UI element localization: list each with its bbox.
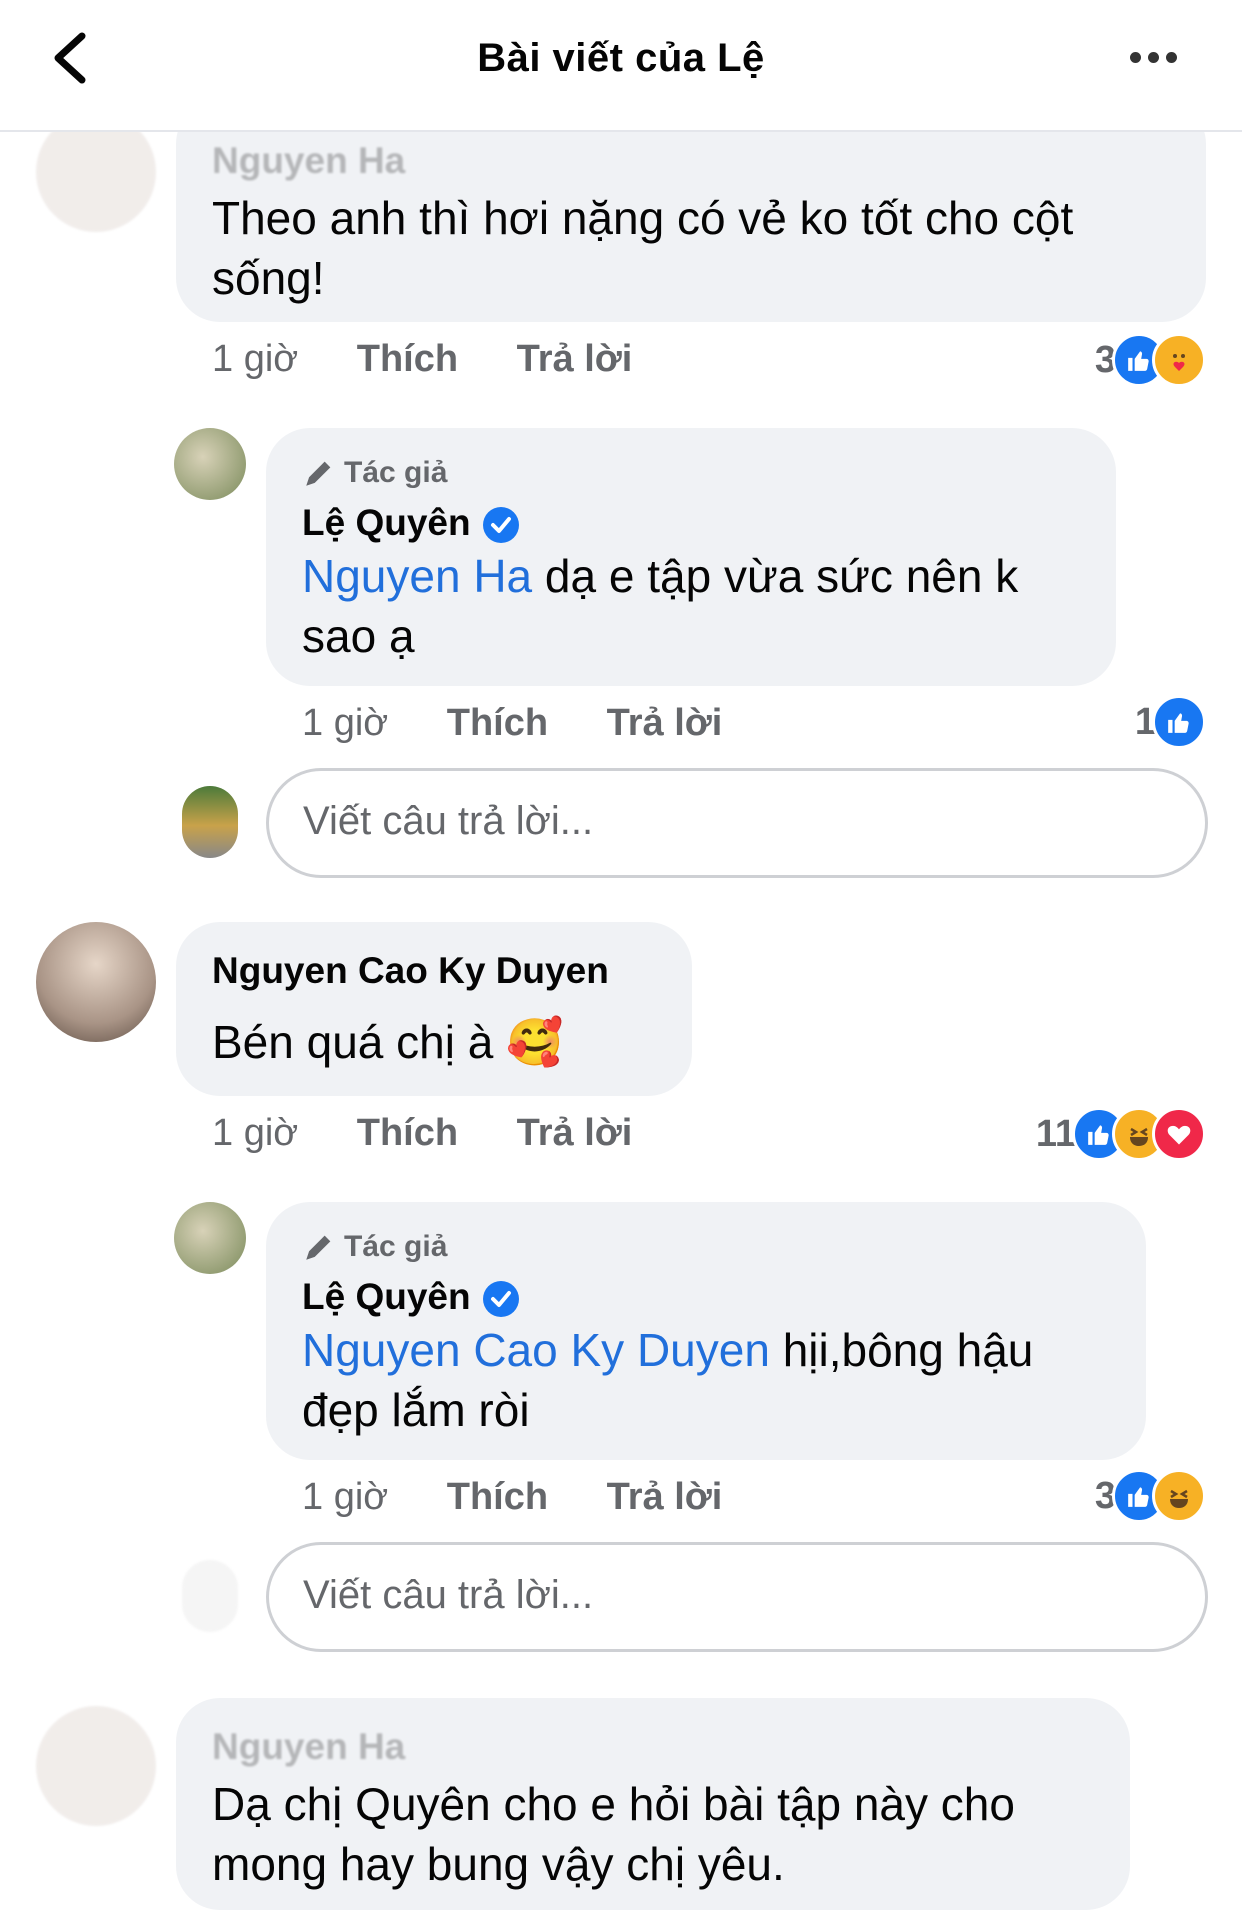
verified-badge-icon: [482, 507, 519, 544]
comment-text: Nguyen Cao Ky Duyen hịi,bông hậu đẹp lắm…: [302, 1320, 1122, 1440]
avatar: [182, 786, 238, 858]
reaction-summary[interactable]: 11: [1035, 1107, 1206, 1161]
pencil-icon: [306, 1235, 331, 1260]
reaction-summary[interactable]: 1: [1135, 695, 1206, 749]
comment-bubble: Tác giả Lệ Quyên Nguyen Cao Ky Duyen hịi…: [266, 1202, 1146, 1460]
comment-text: Nguyen Ha dạ e tập vừa sức nên k sao ạ: [302, 546, 1092, 666]
comment-time: 1 giờ: [302, 702, 389, 744]
verified-badge-icon: [482, 1281, 519, 1318]
love-icon: [1152, 1107, 1206, 1161]
reply-button[interactable]: Trả lời: [517, 338, 633, 380]
author-badge: Tác giả: [302, 456, 447, 490]
haha-icon: [1152, 1469, 1206, 1523]
author-tag: Tác giả: [344, 456, 448, 489]
reply-input-placeholder: Viết câu trả lời...: [303, 799, 594, 843]
care-icon: [1152, 333, 1206, 387]
comment-time: 1 giờ: [302, 1476, 389, 1518]
comment-actions: 1 giờ Thích Trả lời: [302, 1476, 722, 1519]
reply-button[interactable]: Trả lời: [517, 1112, 633, 1154]
commenter-name[interactable]: Lệ Quyên: [302, 502, 519, 544]
like-button[interactable]: Thích: [357, 1112, 458, 1154]
avatar[interactable]: [36, 1706, 156, 1826]
avatar[interactable]: [36, 922, 156, 1042]
comment-bubble: Nguyen Cao Ky Duyen Bén quá chị à 🥰: [176, 922, 692, 1096]
comment-actions: 1 giờ Thích Trả lời: [212, 1112, 632, 1155]
comment-bubble: Tác giả Lệ Quyên Nguyen Ha dạ e tập vừa …: [266, 428, 1116, 686]
reaction-summary[interactable]: 3: [1095, 333, 1206, 387]
like-button[interactable]: Thích: [357, 338, 458, 380]
commenter-name-text: Lệ Quyên: [302, 502, 471, 543]
commenter-name-text: Lệ Quyên: [302, 1276, 471, 1317]
mention-link[interactable]: Nguyen Cao Ky Duyen: [302, 1324, 770, 1376]
comment-text: Dạ chị Quyên cho e hỏi bài tập này cho m…: [212, 1778, 1015, 1890]
commenter-name[interactable]: Lệ Quyên: [302, 1276, 519, 1318]
top-bar: Bài viết của Lệ: [0, 0, 1242, 132]
comment-actions: 1 giờ Thích Trả lời: [212, 338, 632, 381]
reply-input[interactable]: Viết câu trả lời...: [266, 1542, 1208, 1652]
avatar: [182, 1560, 238, 1632]
comment-bubble: Nguyen Ha Theo anh thì hơi nặng có vẻ ko…: [176, 100, 1206, 322]
like-button[interactable]: Thích: [447, 1476, 548, 1518]
comment-time: 1 giờ: [212, 1112, 299, 1154]
page-title: Bài viết của Lệ: [477, 36, 765, 80]
mention-link[interactable]: Nguyen Ha: [302, 550, 532, 602]
like-icon: [1152, 695, 1206, 749]
comment-text: Theo anh thì hơi nặng có vẻ ko tốt cho c…: [212, 192, 1074, 304]
comment-text: Bén quá chị à 🥰: [212, 1016, 564, 1068]
comment-actions: 1 giờ Thích Trả lời: [302, 702, 722, 745]
author-badge: Tác giả: [302, 1230, 447, 1264]
reply-input-placeholder: Viết câu trả lời...: [303, 1573, 594, 1617]
like-button[interactable]: Thích: [447, 702, 548, 744]
commenter-name[interactable]: Nguyen Ha: [212, 1726, 405, 1768]
author-tag: Tác giả: [344, 1230, 448, 1263]
avatar[interactable]: [174, 428, 246, 500]
commenter-name[interactable]: Nguyen Cao Ky Duyen: [212, 950, 609, 992]
comment-bubble: Nguyen Ha Dạ chị Quyên cho e hỏi bài tập…: [176, 1698, 1130, 1910]
reply-button[interactable]: Trả lời: [607, 1476, 723, 1518]
reply-button[interactable]: Trả lời: [607, 702, 723, 744]
commenter-name[interactable]: Nguyen Ha: [212, 140, 405, 182]
reaction-count: 11: [1035, 1112, 1076, 1155]
reaction-summary[interactable]: 3: [1095, 1469, 1206, 1523]
comment-time: 1 giờ: [212, 338, 299, 380]
avatar[interactable]: [174, 1202, 246, 1274]
more-options-icon[interactable]: [1130, 50, 1190, 66]
pencil-icon: [306, 461, 331, 486]
reply-input[interactable]: Viết câu trả lời...: [266, 768, 1208, 878]
